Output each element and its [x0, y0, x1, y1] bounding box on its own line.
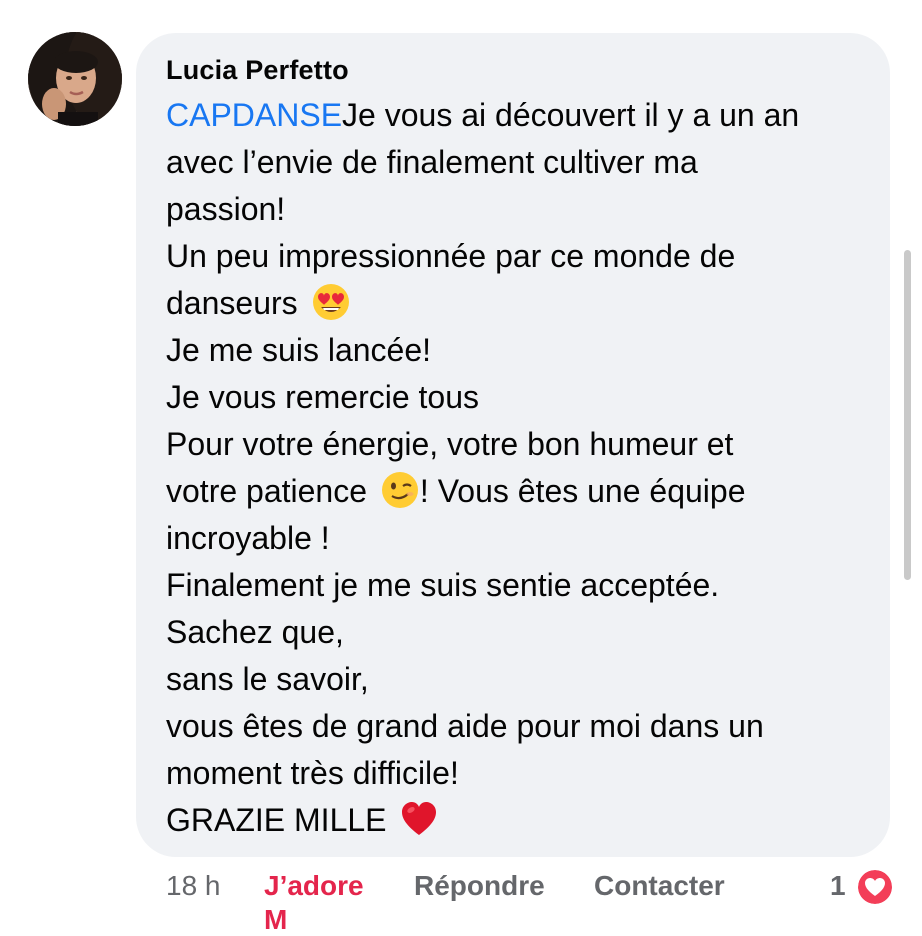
- comment-line-text: danseurs: [166, 285, 298, 321]
- comment-line: Je me suis lancée!: [166, 332, 432, 368]
- profile-photo: [28, 32, 122, 126]
- comment-actions: 18 h J’adore Répondre Contacter 1: [0, 868, 922, 908]
- comment-line: incroyable !: [166, 520, 330, 556]
- love-reaction-button[interactable]: J’adore: [264, 870, 364, 902]
- comment-line: GRAZIE MILLE: [166, 797, 876, 844]
- comment-line: Finalement je me suis sentie acceptée.: [166, 567, 720, 603]
- reaction-count[interactable]: 1: [830, 870, 846, 902]
- red-heart-emoji: [402, 802, 437, 835]
- comment-line: Je vous remercie tous: [166, 379, 480, 415]
- comment-author[interactable]: Lucia Perfetto: [166, 54, 349, 86]
- comment-line: moment très difficile!: [166, 755, 459, 791]
- comment-line-text: ! Vous êtes une équipe: [419, 473, 746, 509]
- scrollbar[interactable]: [904, 250, 911, 580]
- reply-button[interactable]: Répondre: [414, 870, 545, 902]
- contact-button[interactable]: Contacter: [594, 870, 725, 902]
- love-label-overflow: M: [264, 904, 288, 935]
- comment-line: passion!: [166, 191, 286, 227]
- comment-line: danseurs: [166, 280, 876, 327]
- comment-line-text: GRAZIE MILLE: [166, 802, 387, 838]
- heart-icon: [856, 868, 894, 906]
- comment-line: Pour votre énergie, votre bon humeur et: [166, 426, 734, 462]
- comment-text: CAPDANSEJe vous ai découvert il y a un a…: [166, 92, 876, 844]
- comment-line: Sachez que,: [166, 614, 344, 650]
- comment-line-text: Je vous ai découvert il y a un an: [342, 97, 800, 133]
- comment-line: Un peu impressionnée par ce monde de: [166, 238, 736, 274]
- comment-line: CAPDANSEJe vous ai découvert il y a un a…: [166, 92, 876, 139]
- mention-link[interactable]: CAPDANSE: [166, 97, 342, 133]
- comment-line: avec l’envie de finalement cultiver ma: [166, 144, 698, 180]
- comment-timestamp[interactable]: 18 h: [166, 870, 221, 902]
- comment-line: vous êtes de grand aide pour moi dans un: [166, 708, 764, 744]
- winking-face-emoji: [381, 472, 418, 508]
- comment-line: votre patience ! Vous êtes une équipe: [166, 468, 876, 515]
- love-reaction-icon[interactable]: [856, 868, 894, 906]
- avatar[interactable]: [28, 32, 122, 126]
- comment-line: sans le savoir,: [166, 661, 369, 697]
- heart-eyes-emoji: [312, 284, 349, 320]
- comment-line-text: votre patience: [166, 473, 368, 509]
